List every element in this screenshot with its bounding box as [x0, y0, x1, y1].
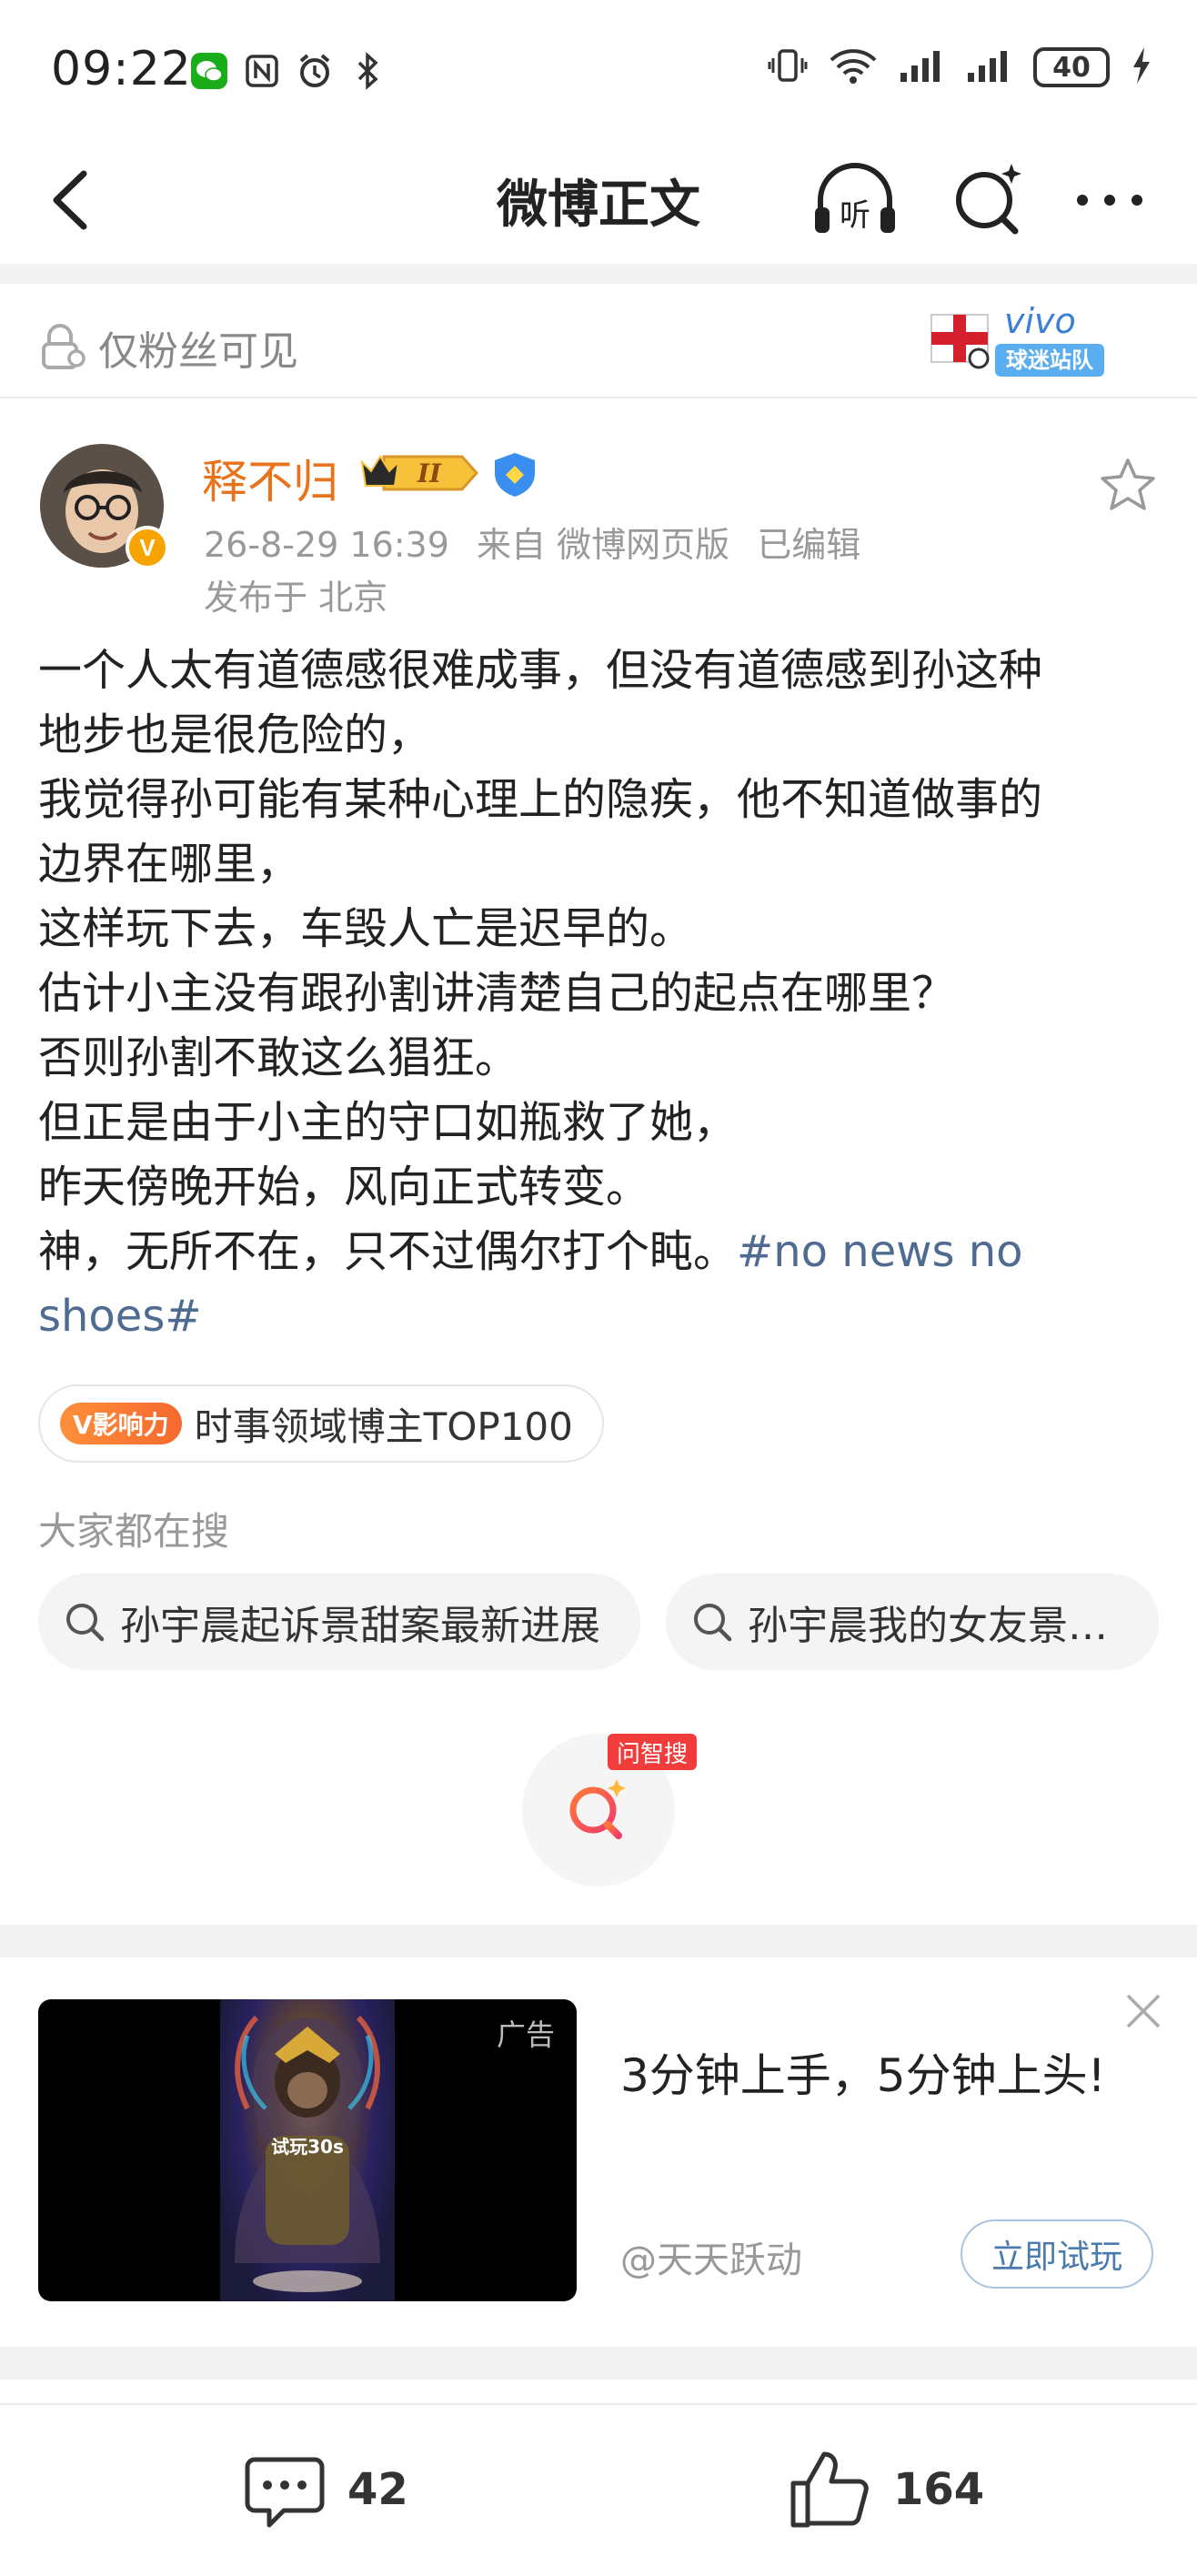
post-line: 地步也是很危险的， [38, 709, 432, 760]
search-chip-text: 孙宇晨起诉景甜案最新进展 [120, 1603, 600, 1649]
ad-close-button[interactable] [1121, 1988, 1166, 2034]
comment-button[interactable]: 42 [242, 2447, 408, 2532]
trending-search-heading: 大家都在搜 [38, 1509, 230, 1554]
post-line: 边界在哪里， [38, 839, 301, 890]
listen-button[interactable]: 听 [810, 158, 900, 240]
ad-label: 广告 [496, 2018, 555, 2052]
vivo-brand-text: vivo [1004, 301, 1076, 341]
influence-text: 时事领域博主TOP100 [194, 1404, 573, 1449]
favorite-star-button[interactable] [1097, 455, 1159, 517]
star-icon [1101, 458, 1155, 510]
more-dots-icon [1077, 195, 1142, 206]
verified-v-badge: V [126, 526, 169, 569]
signal-icon [899, 47, 946, 87]
blue-shield-icon [491, 451, 538, 498]
section-divider [0, 2347, 1197, 2380]
status-time: 09:22 [51, 42, 192, 96]
post-line: 这样玩下去，车毁人亡是迟早的。 [38, 903, 694, 954]
search-chip-text: 孙宇晨我的女友景… [748, 1603, 1108, 1649]
vivo-fan-badge[interactable]: vivo 球迷站队 [928, 293, 1110, 387]
post-meta: 26-8-29 16:39 来自 微博网页版 已编辑 [204, 517, 877, 567]
post-last-text: 神，无所不在，只不过偶尔打个盹。 [38, 1226, 738, 1277]
search-chip[interactable]: 孙宇晨我的女友景… [666, 1574, 1159, 1670]
post-line: 但正是由于小主的守口如瓶救了她， [38, 1097, 738, 1148]
section-divider [0, 264, 1197, 284]
signal-icon [966, 47, 1013, 87]
battery-icon: 40 [1033, 47, 1110, 87]
author-name[interactable]: 释不归 [202, 446, 338, 511]
vip-level-text: II [417, 458, 442, 488]
status-icons-left [189, 51, 387, 91]
status-icons-right: 40 [768, 45, 1152, 89]
status-bar: 09:22 40 [0, 0, 1197, 136]
post-body: 一个人太有道德感很难成事，但没有道德感到孙这种 地步也是很危险的， 我觉得孙可能… [38, 639, 1166, 1349]
search-icon [694, 1604, 732, 1642]
post-line-last: 神，无所不在，只不过偶尔打个盹。#no news no [38, 1220, 1166, 1284]
fan-team-text: 球迷站队 [1006, 347, 1094, 373]
bottom-action-bar: 42 164 [0, 2403, 1197, 2576]
search-button[interactable] [948, 158, 1030, 240]
lock-people-icon [36, 320, 87, 371]
search-chip[interactable]: 孙宇晨起诉景甜案最新进展 [38, 1574, 640, 1670]
listen-label: 听 [840, 197, 870, 234]
close-icon [1126, 1994, 1161, 2028]
post-source: 来自 微博网页版 [477, 525, 730, 565]
bluetooth-icon [347, 51, 387, 91]
search-sparkle-icon [956, 164, 1021, 235]
hashtag-link[interactable]: #no news no [737, 1226, 1023, 1277]
post-edited[interactable]: 已编辑 [757, 525, 860, 565]
like-count: 164 [893, 2464, 985, 2515]
section-divider [0, 1925, 1197, 1957]
visibility-text: 仅粉丝可见 [98, 328, 298, 375]
wifi-icon [828, 45, 879, 89]
post-line: 估计小主没有跟孙割讲清楚自己的起点在哪里？ [38, 968, 956, 1019]
ai-search-icon [569, 1779, 626, 1839]
more-button[interactable] [1064, 158, 1155, 240]
post-time: 26-8-29 16:39 [204, 525, 449, 565]
influence-tag[interactable]: V影响力 时事领域博主TOP100 [38, 1384, 604, 1463]
ad-source[interactable]: @天天跃动 [620, 2230, 802, 2283]
visibility-bar: 仅粉丝可见 vivo 球迷站队 [0, 284, 1197, 398]
vip-level-badge[interactable]: II [357, 449, 480, 497]
charging-icon [1130, 45, 1152, 89]
nav-bar: 微博正文 听 [0, 136, 1197, 264]
post-line: 一个人太有道德感很难成事，但没有道德感到孙这种 [38, 645, 1043, 696]
ai-search-tag: 问智搜 [608, 1734, 698, 1770]
post-line: 昨天傍晚开始，风向正式转变。 [38, 1162, 650, 1213]
hashtag-link-cont[interactable]: shoes# [38, 1284, 1166, 1349]
nfc-icon [242, 51, 282, 91]
ad-image[interactable]: 试玩30s 广告 [38, 1999, 577, 2301]
thumbs-up-icon [790, 2451, 869, 2528]
post-line: 否则孙割不敢这么猖狂。 [38, 1032, 519, 1083]
post-line: 我觉得孙可能有某种心理上的隐疾，他不知道做事的 [38, 774, 1043, 825]
headphones-icon: 听 [815, 163, 895, 234]
ad-title[interactable]: 3分钟上手，5分钟上头! [620, 2039, 1106, 2105]
wechat-icon [189, 51, 229, 91]
post-location: 发布于 北京 [204, 578, 388, 618]
vibrate-icon [768, 45, 808, 89]
comment-count: 42 [347, 2464, 408, 2515]
alarm-icon [295, 51, 335, 91]
comment-icon [245, 2457, 325, 2528]
influence-badge: V影响力 [60, 1403, 182, 1444]
like-button[interactable]: 164 [788, 2447, 984, 2532]
search-icon [66, 1604, 105, 1642]
ad-try-button[interactable]: 立即试玩 [961, 2219, 1153, 2289]
ad-trial-caption: 试玩30s [271, 2136, 344, 2158]
